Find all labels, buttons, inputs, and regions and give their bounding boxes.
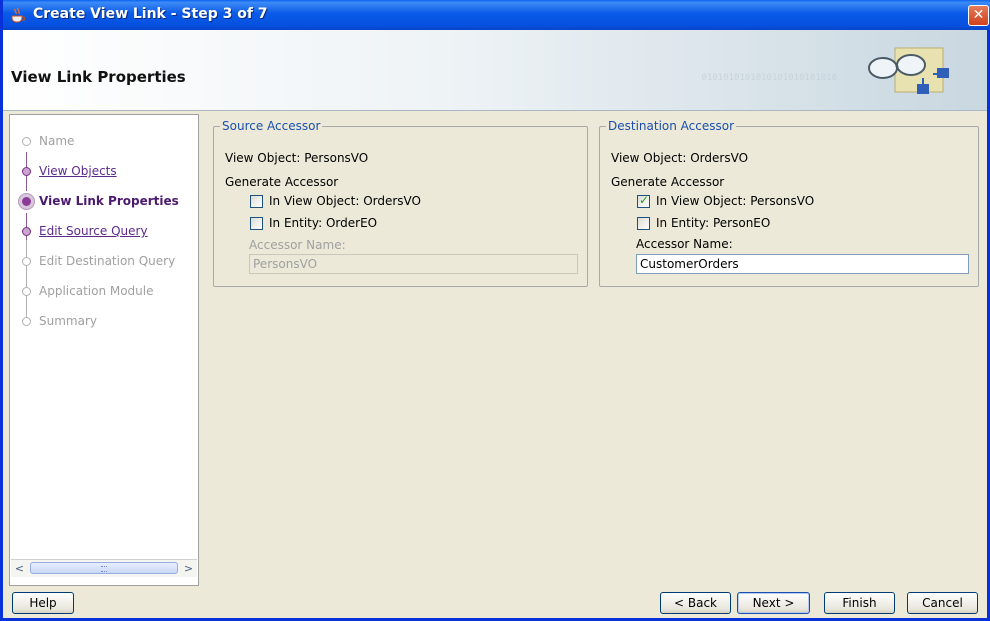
destination-view-object-text: View Object: OrdersVO: [611, 151, 749, 165]
step-link[interactable]: View Objects: [39, 164, 117, 178]
source-in-view-object-checkbox[interactable]: [250, 195, 263, 208]
window-title: Create View Link - Step 3 of 7: [33, 6, 268, 22]
source-accessor-name-field: PersonsVO: [249, 254, 578, 274]
step-link[interactable]: Edit Source Query: [39, 224, 148, 238]
help-button[interactable]: Help: [12, 592, 74, 614]
steps-panel: Name View Objects View Link Properties E…: [9, 114, 199, 586]
step-current-node-icon: [19, 194, 34, 209]
step-label: Application Module: [39, 284, 154, 298]
destination-in-entity-label[interactable]: In Entity: PersonEO: [656, 216, 770, 230]
source-in-view-object-label[interactable]: In View Object: OrdersVO: [269, 194, 421, 208]
grip-icon: [101, 566, 107, 572]
source-generate-accessor-label: Generate Accessor: [225, 175, 339, 189]
page-title: View Link Properties: [11, 68, 186, 86]
destination-accessor-legend: Destination Accessor: [606, 119, 737, 133]
step-node-icon: [22, 227, 31, 236]
destination-in-view-object-checkbox[interactable]: [637, 193, 650, 208]
scrollbar-thumb[interactable]: [30, 562, 178, 574]
next-button[interactable]: Next >: [737, 592, 810, 614]
step-node-icon: [22, 167, 31, 176]
source-view-object-text: View Object: PersonsVO: [225, 151, 369, 165]
step-application-module: Application Module: [10, 281, 198, 303]
scroll-left-icon[interactable]: <: [12, 561, 27, 576]
view-link-graphic-icon: [868, 47, 949, 94]
step-edit-destination-query: Edit Destination Query: [10, 251, 198, 273]
destination-in-view-object-label[interactable]: In View Object: PersonsVO: [656, 194, 814, 208]
source-accessor-legend: Source Accessor: [220, 119, 323, 133]
step-node-icon: [22, 137, 31, 146]
source-accessor-group: Source Accessor View Object: PersonsVO G…: [213, 119, 588, 287]
finish-button[interactable]: Finish: [824, 592, 895, 614]
close-icon: ✕: [972, 7, 985, 23]
step-label: Summary: [39, 314, 97, 328]
scroll-right-icon[interactable]: >: [181, 561, 196, 576]
destination-in-entity-checkbox[interactable]: [637, 217, 650, 230]
step-node-icon: [22, 287, 31, 296]
step-edit-source-query[interactable]: Edit Source Query: [10, 221, 198, 243]
binary-decoration: 0101010101010101010101010: [701, 73, 837, 83]
destination-accessor-name-field[interactable]: CustomerOrders: [636, 254, 969, 274]
close-button[interactable]: ✕: [968, 5, 989, 26]
step-view-link-properties: View Link Properties: [10, 191, 198, 213]
destination-generate-accessor-label: Generate Accessor: [611, 175, 725, 189]
step-summary: Summary: [10, 311, 198, 333]
step-label: Edit Destination Query: [39, 254, 176, 268]
source-in-entity-label[interactable]: In Entity: OrderEO: [269, 216, 377, 230]
wizard-window: Create View Link - Step 3 of 7 ✕ View Li…: [0, 0, 990, 621]
source-accessor-name-label: Accessor Name:: [249, 238, 346, 252]
steps-horizontal-scrollbar[interactable]: < >: [11, 559, 197, 577]
wizard-header: View Link Properties 0101010101010101010…: [3, 30, 987, 111]
step-node-icon: [22, 317, 31, 326]
java-cup-icon: [11, 7, 26, 23]
step-label: Name: [39, 134, 75, 148]
title-bar[interactable]: Create View Link - Step 3 of 7 ✕: [3, 0, 990, 30]
step-node-icon: [22, 257, 31, 266]
step-label: View Link Properties: [39, 194, 179, 208]
destination-accessor-group: Destination Accessor View Object: Orders…: [599, 119, 979, 287]
source-in-entity-checkbox[interactable]: [250, 217, 263, 230]
destination-accessor-name-label: Accessor Name:: [636, 237, 733, 251]
step-name: Name: [10, 131, 198, 153]
back-button[interactable]: < Back: [660, 592, 731, 614]
cancel-button[interactable]: Cancel: [907, 592, 978, 614]
step-view-objects[interactable]: View Objects: [10, 161, 198, 183]
